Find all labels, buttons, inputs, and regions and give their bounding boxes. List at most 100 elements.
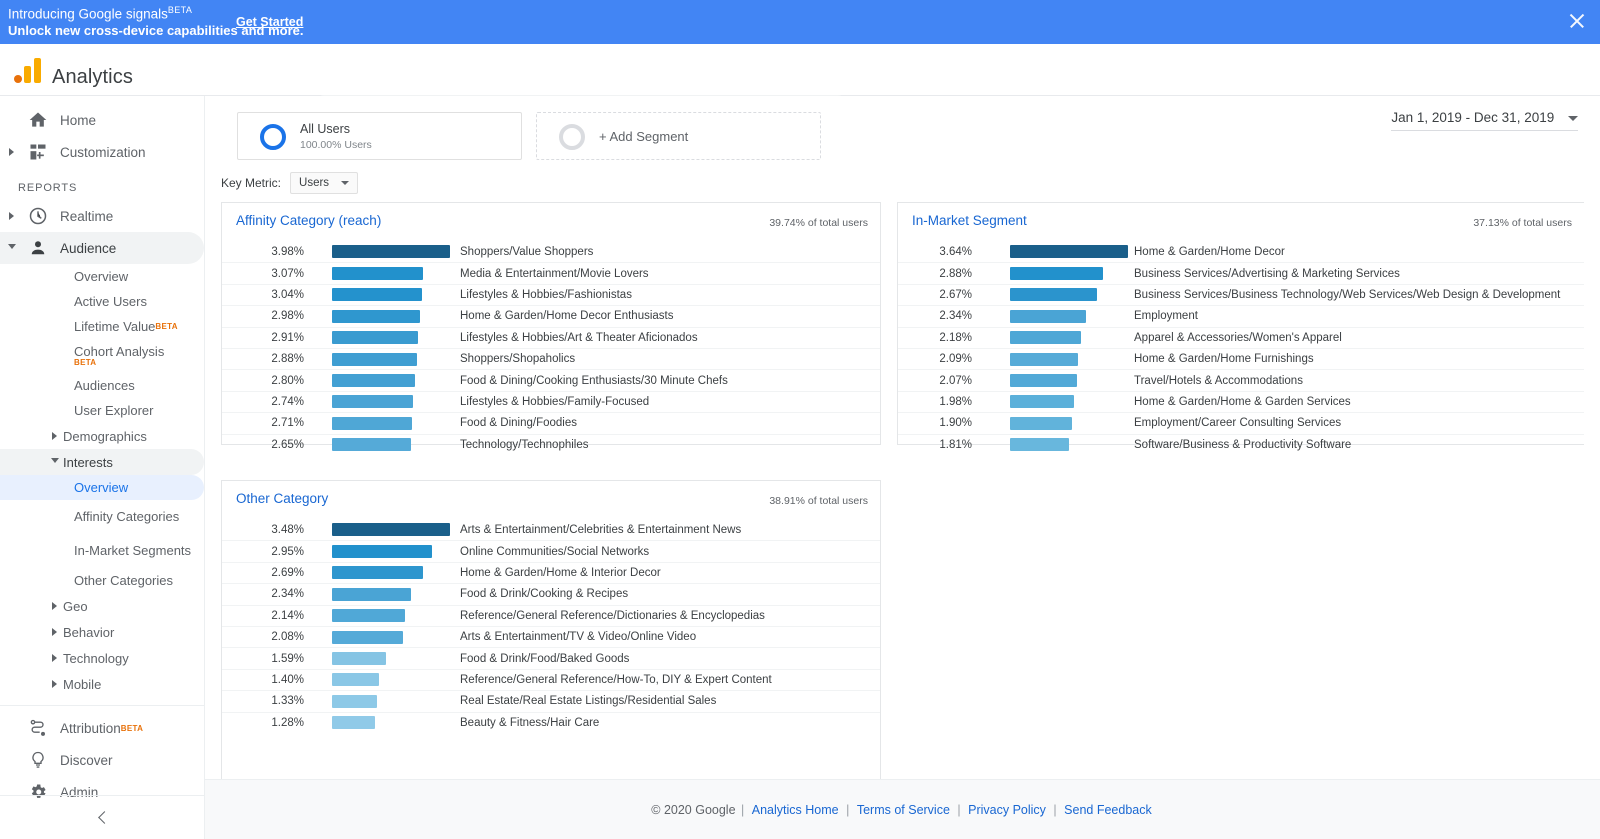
sidebar-item-interests-overview[interactable]: Overview (0, 475, 204, 500)
sidebar-item-mobile[interactable]: Mobile (0, 671, 204, 697)
chart-row[interactable]: 3.07% Media & Entertainment/Movie Lovers (222, 262, 880, 283)
chart-row[interactable]: 2.34% Food & Drink/Cooking & Recipes (222, 583, 880, 604)
sidebar-item-interests[interactable]: Interests (0, 449, 204, 475)
chart-row[interactable]: 2.98% Home & Garden/Home Decor Enthusiast… (222, 305, 880, 326)
sidebar-item-in-market-segments[interactable]: In-Market Segments (0, 534, 204, 568)
date-range-selector[interactable]: Jan 1, 2019 - Dec 31, 2019 (1391, 110, 1578, 131)
row-bar-container (332, 545, 462, 559)
collapse-sidebar-button[interactable] (0, 795, 205, 839)
row-bar-container (1010, 438, 1140, 452)
row-bar-container (1010, 288, 1140, 302)
chart-row[interactable]: 1.90% Employment/Career Consulting Servic… (898, 412, 1584, 433)
sidebar-item-cohort-analysis[interactable]: Cohort Analysis BETA (0, 339, 204, 373)
sidebar-item-other-categories[interactable]: Other Categories (0, 568, 204, 593)
chart-row[interactable]: 2.14% Reference/General Reference/Diction… (222, 604, 880, 626)
chart-row[interactable]: 2.67% Business Services/Business Technolo… (898, 283, 1584, 305)
row-bar (332, 374, 415, 388)
chart-row[interactable]: 2.65% Technology/Technophiles (222, 433, 880, 455)
chart-row[interactable]: 2.95% Online Communities/Social Networks (222, 540, 880, 561)
chart-row[interactable]: 1.28% Beauty & Fitness/Hair Care (222, 711, 880, 733)
footer-link-send-feedback[interactable]: Send Feedback (1064, 803, 1152, 817)
panel-subtitle: 38.91% of total users (769, 495, 868, 507)
row-category-label: Shoppers/Shopaholics (460, 353, 576, 366)
close-icon[interactable] (1564, 8, 1590, 34)
chart-row[interactable]: 1.40% Reference/General Reference/How-To,… (222, 668, 880, 690)
sidebar-item-home[interactable]: Home (0, 104, 204, 136)
row-bar (332, 523, 450, 537)
group-label: Interests (63, 454, 113, 470)
footer-link-analytics-home[interactable]: Analytics Home (752, 803, 839, 817)
sidebar-item-audience[interactable]: Audience (0, 232, 204, 264)
key-metric-control: Key Metric: Users (221, 172, 359, 194)
row-percent: 2.18% (939, 331, 972, 344)
chart-row[interactable]: 1.81% Software/Business & Productivity So… (898, 433, 1584, 455)
chart-row[interactable]: 2.09% Home & Garden/Home Furnishings (898, 347, 1584, 369)
footer-link-privacy-policy[interactable]: Privacy Policy (968, 803, 1046, 817)
chevron-left-icon (97, 811, 111, 824)
sidebar-item-demographics[interactable]: Demographics (0, 423, 204, 449)
row-bar (1010, 331, 1081, 345)
row-percent: 2.95% (271, 545, 304, 558)
chart-row[interactable]: 1.98% Home & Garden/Home & Garden Service… (898, 390, 1584, 412)
chart-row[interactable]: 3.04% Lifestyles & Hobbies/Fashionistas (222, 283, 880, 305)
chart-row[interactable]: 2.34% Employment (898, 305, 1584, 326)
row-percent: 1.81% (939, 438, 972, 451)
chart-row[interactable]: 2.74% Lifestyles & Hobbies/Family-Focused (222, 390, 880, 412)
row-percent: 2.71% (271, 417, 304, 430)
chart-row[interactable]: 3.48% Arts & Entertainment/Celebrities & … (222, 519, 880, 540)
row-category-label: Employment (1134, 310, 1198, 323)
chart-row[interactable]: 3.64% Home & Garden/Home Decor (898, 241, 1584, 262)
sidebar-item-geo[interactable]: Geo (0, 593, 204, 619)
key-metric-select[interactable]: Users (290, 172, 359, 194)
sidebar-item-customization[interactable]: Customization (0, 136, 204, 168)
sidebar-item-realtime[interactable]: Realtime (0, 200, 204, 232)
sidebar-item-user-explorer[interactable]: User Explorer (0, 398, 204, 423)
leaf-label: Other Categories (74, 573, 173, 588)
chart-row[interactable]: 2.18% Apparel & Accessories/Women's Appar… (898, 326, 1584, 348)
sidebar-item-technology[interactable]: Technology (0, 645, 204, 671)
chart-row[interactable]: 2.08% Arts & Entertainment/TV & Video/Onl… (222, 625, 880, 647)
footer-link-terms-of-service[interactable]: Terms of Service (857, 803, 950, 817)
sidebar-item-label: Home (60, 112, 97, 128)
chart-row[interactable]: 2.71% Food & Dining/Foodies (222, 412, 880, 433)
sidebar-item-active-users[interactable]: Active Users (0, 289, 204, 314)
row-bar-container (1010, 245, 1140, 259)
chart-row[interactable]: 2.07% Travel/Hotels & Accommodations (898, 369, 1584, 390)
add-segment-button[interactable]: + Add Segment (536, 112, 821, 160)
chart-row[interactable]: 2.80% Food & Dining/Cooking Enthusiasts/3… (222, 369, 880, 390)
sidebar-item-behavior[interactable]: Behavior (0, 619, 204, 645)
get-started-link[interactable]: Get Started (236, 15, 303, 29)
panel-title[interactable]: Other Category (236, 491, 328, 506)
chart-rows: 3.64% Home & Garden/Home Decor 2.88% Busine… (898, 241, 1584, 455)
chart-row[interactable]: 2.88% Business Services/Advertising & Mar… (898, 262, 1584, 283)
group-label: Mobile (63, 676, 102, 692)
chart-row[interactable]: 1.59% Food & Drink/Food/Baked Goods (222, 647, 880, 668)
footer-separator: | (1053, 802, 1057, 817)
row-bar (332, 630, 403, 644)
segment-all-users[interactable]: All Users 100.00% Users (237, 112, 522, 160)
row-category-label: Lifestyles & Hobbies/Art & Theater Afici… (460, 331, 698, 344)
sidebar-item-label: Customization (60, 144, 146, 160)
row-bar-container (332, 395, 462, 409)
chart-row[interactable]: 3.98% Shoppers/Value Shoppers (222, 241, 880, 262)
segment-ring-icon (260, 124, 286, 150)
row-bar-container (1010, 267, 1140, 281)
row-bar (332, 673, 379, 687)
row-category-label: Home & Garden/Home Decor (1134, 245, 1285, 258)
sidebar-item-audience-overview[interactable]: Overview (0, 264, 204, 289)
chart-row[interactable]: 1.33% Real Estate/Real Estate Listings/Re… (222, 690, 880, 711)
panel-title[interactable]: Affinity Category (reach) (236, 213, 381, 228)
panel-title[interactable]: In-Market Segment (912, 213, 1027, 228)
sidebar-item-discover[interactable]: Discover (0, 744, 204, 776)
chart-row[interactable]: 2.69% Home & Garden/Home & Interior Decor (222, 561, 880, 583)
row-category-label: Home & Garden/Home & Interior Decor (460, 566, 661, 579)
person-icon (31, 241, 45, 255)
chart-row[interactable]: 2.91% Lifestyles & Hobbies/Art & Theater … (222, 326, 880, 348)
sidebar-item-attribution[interactable]: Attribution BETA (0, 712, 204, 744)
sidebar-item-lifetime-value[interactable]: Lifetime Value BETA (0, 314, 204, 339)
chart-row[interactable]: 2.88% Shoppers/Shopaholics (222, 347, 880, 369)
sidebar-item-audiences[interactable]: Audiences (0, 373, 204, 398)
beta-badge: BETA (155, 322, 178, 331)
row-percent: 2.07% (939, 374, 972, 387)
sidebar-item-affinity-categories[interactable]: Affinity Categories (0, 500, 204, 534)
